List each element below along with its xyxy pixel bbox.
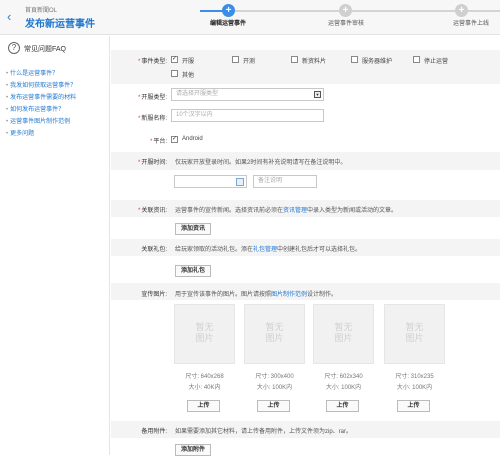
- gift-label: 关联礼包:: [141, 247, 167, 253]
- image-size-spec: 尺寸: 640x268: [185, 374, 224, 380]
- images-label: 宣传图片:: [141, 292, 167, 298]
- checkbox-label: 其他: [182, 73, 195, 79]
- image-size-spec: 尺寸: 310x235: [395, 374, 434, 380]
- server-name-label: *新服名称:: [137, 116, 167, 122]
- news-label: *关联资讯:: [137, 208, 167, 214]
- image-placeholder: 暂无 图片: [384, 304, 445, 364]
- step-connector: [352, 10, 455, 12]
- checkbox-open-test[interactable]: [232, 56, 239, 63]
- faq-link-label: 如何发布运营事件？: [10, 107, 65, 113]
- checkbox-server-maintenance[interactable]: [351, 56, 358, 63]
- image-size-limit: 大小: 40K内: [188, 385, 221, 391]
- step-2-label: 运营事件审核: [328, 21, 365, 27]
- checkbox-label: 开测: [243, 59, 256, 65]
- attachment-tip: 如果需要添加其它材料，请上传备用附件，上传文件须为zip、rar。: [175, 429, 353, 435]
- image-size-limit: 大小: 100K内: [396, 385, 433, 391]
- step-1-label: 编辑运营事件: [210, 21, 247, 27]
- chevron-down-icon: ▼: [314, 91, 321, 98]
- faq-link[interactable]: • 更多问题: [6, 128, 34, 137]
- upload-image-3-button[interactable]: 上传: [326, 400, 359, 412]
- server-name-input[interactable]: 10个汉字以内: [171, 109, 324, 122]
- news-manage-link[interactable]: 资讯管理: [283, 208, 307, 214]
- upload-image-2-button[interactable]: 上传: [257, 400, 290, 412]
- gift-tip: 给玩家领取的活动礼包。添在礼包管理中创建礼包后才可以选择礼包。: [175, 247, 362, 253]
- checkbox-label: Android: [182, 136, 203, 142]
- server-type-label: *开服类型:: [137, 95, 167, 101]
- image-size-spec: 尺寸: 602x340: [324, 374, 363, 380]
- faq-link[interactable]: • 我发如何获取运营事件？: [6, 80, 76, 89]
- server-type-placeholder: 请选择开服类型: [176, 91, 219, 97]
- faq-link[interactable]: • 如何发布运营事件？: [6, 104, 64, 113]
- checkbox-label: 停止运营: [424, 59, 449, 65]
- open-time-remark-placeholder: 备注说明: [258, 178, 283, 184]
- server-type-select[interactable]: 请选择开服类型 ▼: [171, 88, 324, 101]
- image-size-spec: 尺寸: 300x400: [255, 374, 294, 380]
- checkbox-label: 开服: [182, 59, 195, 65]
- open-time-date-input[interactable]: [174, 175, 247, 188]
- add-gift-button[interactable]: 添加礼包: [175, 265, 211, 277]
- gift-manage-link[interactable]: 礼包管理: [253, 247, 277, 253]
- open-time-tip: 仅玩家开放登录时间。如果2时间有补充说明请写在备注说明中。: [175, 160, 347, 166]
- faq-link-label: 更多问题: [10, 131, 35, 137]
- checkbox-new-expansion[interactable]: [291, 56, 298, 63]
- faq-link-label: 运营事件图片制作范例: [10, 119, 71, 125]
- question-circle-icon: ?: [8, 42, 20, 54]
- page-header: ‹ 首頁新聞OL 发布新运营事件 + + + 编辑运营事件 运营事件审核 运营事…: [0, 0, 500, 35]
- faq-link-label: 什么是运营事件？: [10, 71, 59, 77]
- faq-link-label: 发布运营事件需要的材料: [10, 95, 77, 101]
- breadcrumb[interactable]: 首頁新聞OL: [25, 5, 57, 14]
- checkbox-open-server[interactable]: ✓: [171, 56, 178, 63]
- faq-link[interactable]: • 什么是运营事件？: [6, 68, 58, 77]
- image-placeholder: 暂无 图片: [174, 304, 235, 364]
- add-news-button[interactable]: 添加资讯: [175, 223, 211, 235]
- step-3-indicator: +: [455, 4, 468, 17]
- news-tip: 运营事件的宣传新闻。选择资讯前必须在资讯管理中录入类型为新闻或活动的文章。: [175, 208, 398, 214]
- chevron-left-icon[interactable]: ‹: [7, 10, 11, 23]
- step-2-indicator: +: [339, 4, 352, 17]
- image-size-limit: 大小: 100K内: [325, 385, 362, 391]
- progress-steps: + + + 编辑运营事件 运营事件审核 运营事件上线: [200, 0, 500, 35]
- images-tip: 用于宣传该事件的图片。图片请按照图片制作范例设计制作。: [175, 292, 338, 298]
- step-connector: [468, 10, 500, 12]
- faq-link-label: 我发如何获取运营事件？: [10, 83, 77, 89]
- faq-title: 常见问题FAQ: [24, 46, 67, 53]
- image-sample-link[interactable]: 图片制作范例: [271, 292, 307, 298]
- attachment-label: 备用附件:: [141, 429, 167, 435]
- step-1-indicator: +: [222, 4, 235, 17]
- checkbox-stop-operation[interactable]: [413, 56, 420, 63]
- calendar-icon[interactable]: [236, 178, 244, 186]
- checkbox-other[interactable]: [171, 70, 178, 77]
- checkbox-label: 新资料片: [302, 59, 327, 65]
- step-connector: [235, 10, 339, 12]
- open-time-label: *开服时间:: [137, 160, 167, 166]
- upload-image-1-button[interactable]: 上传: [187, 400, 220, 412]
- upload-image-4-button[interactable]: 上传: [397, 400, 430, 412]
- event-form: *事件类型: ✓ 开服 开测 新资料片 服务器维护 停止运营 其他 *开服类型:…: [111, 36, 500, 456]
- page-title: 发布新运营事件: [25, 19, 95, 30]
- faq-link[interactable]: • 运营事件图片制作范例: [6, 116, 70, 125]
- checkbox-android[interactable]: ✓: [171, 136, 178, 143]
- image-size-limit: 大小: 100K内: [256, 385, 293, 391]
- faq-link[interactable]: • 发布运营事件需要的材料: [6, 92, 76, 101]
- event-type-label: *事件类型:: [137, 59, 167, 65]
- image-placeholder: 暂无 图片: [244, 304, 305, 364]
- platform-label: *平台:: [149, 139, 167, 145]
- server-name-placeholder: 10个汉字以内: [176, 112, 213, 118]
- add-attachment-button[interactable]: 添加附件: [175, 444, 211, 456]
- image-placeholder: 暂无 图片: [313, 304, 374, 364]
- step-3-label: 运营事件上线: [453, 21, 490, 27]
- open-time-remark-input[interactable]: 备注说明: [253, 175, 317, 188]
- checkbox-label: 服务器维护: [362, 59, 393, 65]
